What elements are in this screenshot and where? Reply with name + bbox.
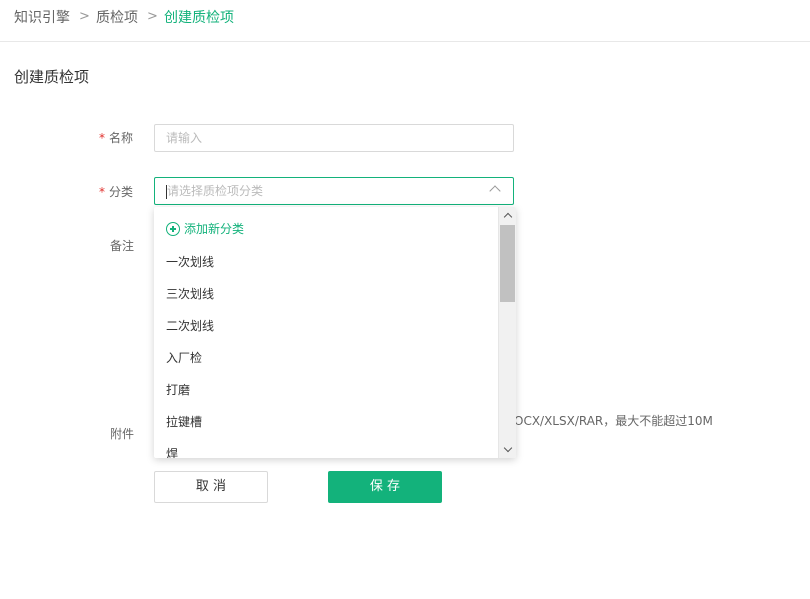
scroll-down-icon[interactable]: [503, 443, 513, 453]
category-label-text: 分类: [109, 185, 134, 199]
breadcrumb-item-quality-items[interactable]: 质检项: [96, 9, 138, 27]
dropdown-option[interactable]: 三次划线: [166, 286, 214, 302]
required-mark: *: [99, 131, 105, 145]
remark-label: 备注: [110, 239, 135, 253]
name-label-text: 名称: [109, 131, 134, 145]
dropdown-option[interactable]: 二次划线: [166, 318, 214, 334]
name-input[interactable]: 请输入: [154, 124, 514, 152]
category-select-placeholder: 请选择质检项分类: [167, 184, 264, 198]
dropdown-scrollbar[interactable]: [498, 207, 516, 458]
breadcrumb-separator: >: [79, 9, 90, 24]
breadcrumb-separator: >: [147, 9, 158, 24]
name-input-placeholder: 请输入: [166, 131, 203, 145]
category-select[interactable]: 请选择质检项分类: [154, 177, 514, 205]
name-label: * 名称: [99, 130, 133, 146]
dropdown-option[interactable]: 焊: [166, 446, 178, 458]
attachment-hint: OCX/XLSX/RAR，最大不能超过10M: [514, 414, 713, 428]
scrollbar-thumb[interactable]: [500, 225, 515, 302]
dropdown-option[interactable]: 打磨: [166, 382, 190, 398]
breadcrumb-item-knowledge-engine[interactable]: 知识引擎: [14, 9, 70, 27]
add-category-label: 添加新分类: [184, 222, 245, 236]
category-label: * 分类: [99, 184, 133, 200]
chevron-up-icon[interactable]: [489, 185, 501, 197]
plus-circle-icon: [166, 222, 180, 236]
required-mark: *: [99, 185, 105, 199]
category-dropdown: 添加新分类 一次划线 三次划线 二次划线 入厂检 打磨 拉键槽 焊: [154, 207, 516, 458]
cancel-button[interactable]: 取 消: [154, 471, 268, 503]
dropdown-option[interactable]: 入厂检: [166, 350, 202, 366]
page-title: 创建质检项: [14, 68, 90, 86]
breadcrumb-item-create: 创建质检项: [164, 10, 234, 26]
dropdown-option[interactable]: 拉键槽: [166, 414, 202, 430]
scroll-up-icon[interactable]: [503, 212, 513, 222]
attachment-label: 附件: [110, 427, 135, 441]
save-button[interactable]: 保 存: [328, 471, 442, 503]
breadcrumb: 知识引擎 > 质检项 > 创建质检项: [0, 0, 810, 42]
add-category-option[interactable]: 添加新分类: [166, 221, 244, 237]
dropdown-option[interactable]: 一次划线: [166, 254, 214, 270]
